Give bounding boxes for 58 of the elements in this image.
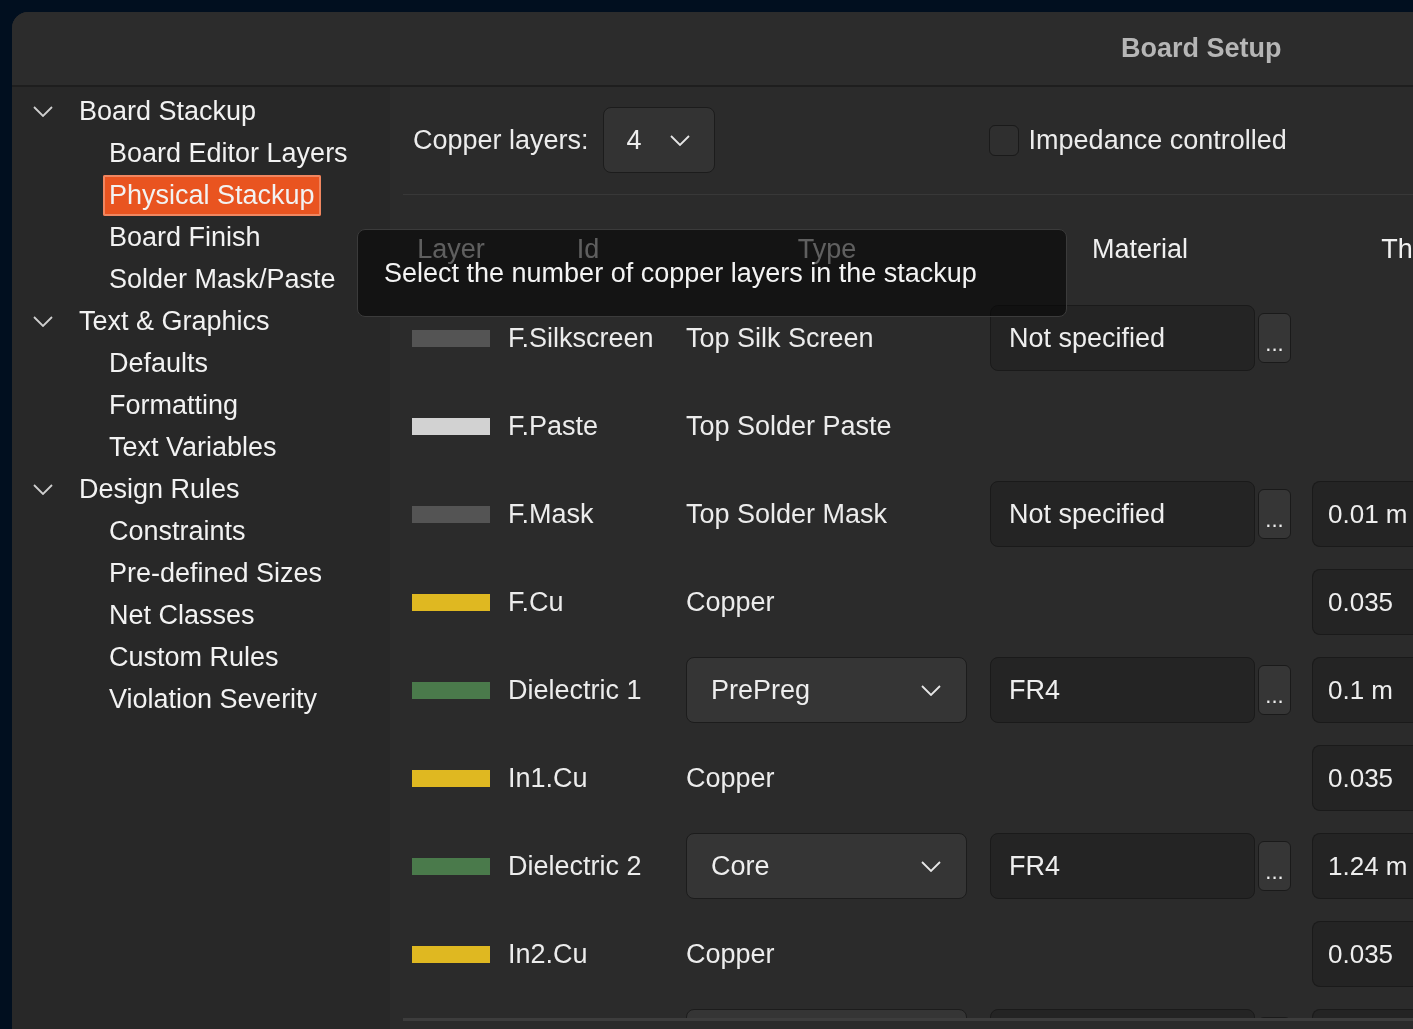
column-header: Type [797, 234, 857, 264]
type-dropdown[interactable]: PrePreg [686, 657, 967, 723]
material-field[interactable]: FR4 [990, 833, 1255, 899]
material-field[interactable]: FR4 [990, 657, 1255, 723]
chevron-down-icon[interactable] [33, 105, 53, 117]
layer-id: F.Cu [508, 586, 564, 618]
copper-layers-dropdown[interactable]: 4 [602, 107, 715, 173]
column-header: Th [1381, 234, 1413, 265]
material-field[interactable]: Not specified [990, 481, 1255, 547]
chevron-down-icon [669, 134, 690, 146]
layer-id: Dielectric 2 [508, 850, 642, 882]
material-field[interactable]: Not specified [990, 305, 1255, 371]
thickness-field[interactable]: 0.1 m [1312, 657, 1413, 723]
tree-item[interactable]: Net Classes [103, 594, 261, 636]
layer-type: Copper [686, 586, 775, 618]
tree-item[interactable]: Text Variables [103, 426, 283, 468]
layer-type: Copper [686, 938, 775, 970]
tree-item[interactable]: Defaults [103, 342, 215, 384]
tree-item[interactable]: Constraints [103, 510, 252, 552]
checkbox-label[interactable]: Impedance controlled [1028, 124, 1287, 156]
layer-id: Dielectric 1 [508, 674, 642, 706]
material-browse-button[interactable]: ... [1258, 489, 1291, 539]
layer-type: Top Solder Paste [686, 410, 892, 442]
tree-item[interactable]: Violation Severity [103, 678, 324, 720]
chevron-down-icon [921, 684, 941, 696]
tree-item[interactable]: Text & Graphics [73, 300, 276, 342]
thickness-field[interactable]: 0.035 [1312, 745, 1413, 811]
type-dropdown[interactable]: Core [686, 833, 967, 899]
thickness-field[interactable]: 0.01 m [1312, 481, 1413, 547]
layer-id: F.Silkscreen [508, 322, 654, 354]
tree-item[interactable]: Board Editor Layers [103, 132, 354, 174]
tree-item[interactable]: Formatting [103, 384, 245, 426]
field-label: Copper layers: [413, 124, 589, 156]
tree-item[interactable]: Solder Mask/Paste [103, 258, 342, 300]
material-browse-button[interactable]: ... [1258, 665, 1291, 715]
material-browse-button[interactable]: ... [1258, 841, 1291, 891]
layer-type: Top Silk Screen [686, 322, 874, 354]
column-header: Id [576, 234, 600, 264]
thickness-field[interactable]: 0.035 [1312, 921, 1413, 987]
material-browse-button[interactable]: ... [1258, 313, 1291, 363]
layer-type: Copper [686, 762, 775, 794]
column-header: Material [1092, 234, 1188, 265]
tree-item[interactable]: Custom Rules [103, 636, 285, 678]
chevron-down-icon[interactable] [33, 483, 53, 495]
layer-id: F.Paste [508, 410, 599, 442]
window-title: Board Setup [1121, 33, 1282, 64]
layer-type: Top Solder Mask [686, 498, 888, 530]
thickness-field[interactable]: 1.24 m [1312, 833, 1413, 899]
tree-item[interactable]: Board Stackup [73, 90, 263, 132]
layer-id: In1.Cu [508, 762, 588, 794]
layer-id: F.Mask [508, 498, 594, 530]
thickness-field[interactable]: 0.035 [1312, 569, 1413, 635]
tree-item[interactable]: Pre-defined Sizes [103, 552, 329, 594]
chevron-down-icon[interactable] [33, 315, 53, 327]
tree-item[interactable]: Design Rules [73, 468, 246, 510]
tree-item[interactable]: Board Finish [103, 216, 267, 258]
chevron-down-icon [921, 860, 941, 872]
layer-id: In2.Cu [508, 938, 588, 970]
